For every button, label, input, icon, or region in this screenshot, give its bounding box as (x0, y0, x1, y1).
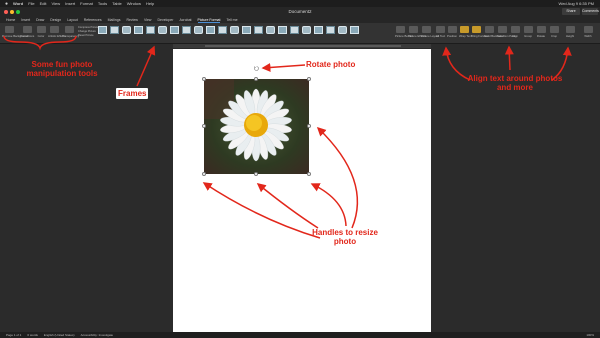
status-bar: Page 1 of 1 0 words English (United Stat… (0, 332, 600, 338)
align-arrow-middle (504, 45, 514, 71)
annotation-frames: Frames (116, 88, 149, 99)
annotation-rotate: Rotate photo (306, 60, 356, 69)
annotation-align: Align text around photos and more (467, 74, 563, 92)
annotation-arrows (3, 35, 572, 239)
handle-arrow-bottom-right (310, 183, 347, 227)
accessibility-status[interactable]: Accessibility: Investigate (81, 333, 114, 337)
tools-bracket (3, 35, 77, 51)
rotate-arrow (261, 62, 306, 72)
language-status[interactable]: English (United States) (44, 333, 75, 337)
handle-arrow-right (316, 126, 359, 229)
zoom-level[interactable]: 100% (586, 333, 594, 337)
annotation-handles: Handles to resize photo (312, 228, 378, 246)
handle-arrow-bottom (256, 183, 319, 229)
page-count[interactable]: Page 1 of 1 (6, 333, 21, 337)
annotation-photo-tools: Some fun photo manipulation tools (26, 60, 98, 78)
frames-arrow (136, 45, 156, 87)
word-count[interactable]: 0 words (27, 333, 38, 337)
